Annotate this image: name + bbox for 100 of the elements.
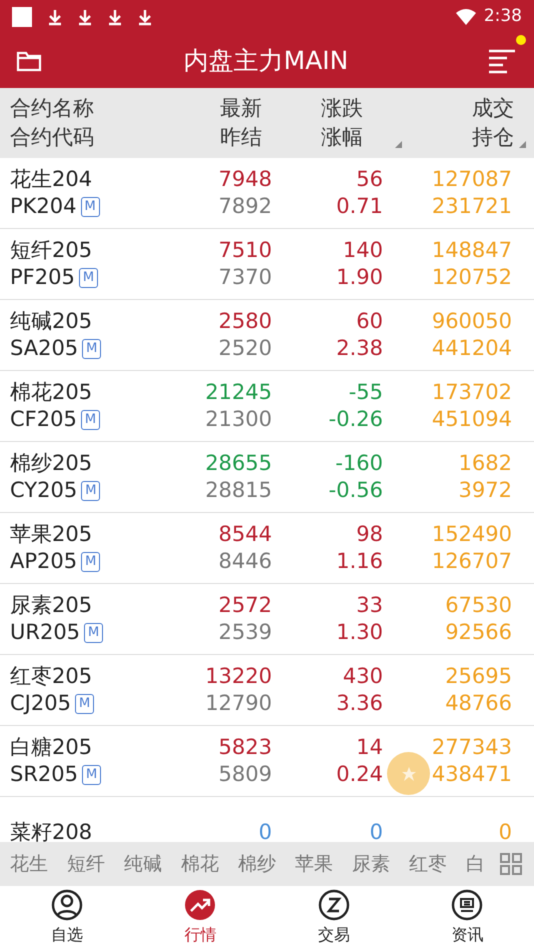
main-contract-badge: M [84,622,104,642]
price-change: 33 [355,592,383,619]
notification-icon [12,7,32,27]
open-interest: 3972 [458,477,512,504]
column-subtitle[interactable]: 涨幅 [282,123,402,152]
change-percent: 1.16 [336,548,383,575]
contract-code: AP205 [10,548,78,575]
quote-row[interactable]: 棉纱205 28655 -160 1682 CY205 M 28815 -0.56 3972 [0,442,534,513]
main-contract-badge: M [82,338,102,358]
contract-name: 纯碱205 [10,308,94,335]
last-price: 2572 [218,592,272,619]
contract-name: 苹果205 [10,521,94,548]
quote-row[interactable]: 白糖205 5823 14 277343 SR205 M 5809 0.24 438471 [0,726,534,797]
quick-item[interactable]: 棉纱 [238,850,276,878]
column-title[interactable]: 涨跌 [282,94,402,123]
price-change: 56 [355,166,383,193]
price-change: -55 [348,379,383,406]
open-interest: 441204 [432,335,512,362]
column-title[interactable]: 最新 [200,94,282,123]
contract-code: CF205 [10,406,77,433]
last-price: 21245 [204,379,272,406]
column-subtitle[interactable]: 持仓 [402,123,514,152]
price-change: -160 [334,450,383,477]
grid-icon[interactable] [500,853,522,875]
contract-name: 棉纱205 [10,450,94,477]
quick-item[interactable]: 花生 [10,850,48,878]
contract-code: SA205 [10,335,78,362]
change-percent: -0.56 [328,477,383,504]
quick-item[interactable]: 白 [466,850,485,878]
price-change: 0 [368,818,383,842]
volume: 173702 [430,379,512,406]
contract-code: PK204 [10,193,77,220]
volume: 25695 [444,663,512,690]
main-contract-badge: M [82,764,102,784]
previous-settle: 5809 [218,761,272,788]
quick-item[interactable]: 尿素 [352,850,390,878]
previous-settle: 8446 [218,548,272,575]
column-subtitle[interactable]: 合约代码 [10,123,200,152]
last-price: 28655 [204,450,272,477]
menu-icon[interactable] [488,47,518,75]
nav-tab[interactable]: 交易 [267,886,400,949]
column-subtitle[interactable]: 昨结 [200,123,282,152]
price-change: 140 [342,237,383,264]
previous-settle: 7370 [218,264,272,291]
open-interest: 126707 [432,548,512,575]
quick-item[interactable]: 红枣 [409,850,447,878]
main-contract-badge: M [80,196,100,216]
volume: 127087 [430,166,512,193]
price-change: 98 [355,521,383,548]
quote-row[interactable]: 短纤205 7510 140 148847 PF205 M 7370 1.90 120752 [0,229,534,300]
quote-row[interactable]: 花生204 7948 56 127087 PK204 M 7892 0.71 231721 [0,158,534,229]
previous-settle: 2539 [218,619,272,646]
last-price: 13220 [204,663,272,690]
wifi-icon [456,9,476,25]
open-interest: 92566 [445,619,512,646]
quick-item[interactable]: 纯碱 [124,850,162,878]
quote-row[interactable]: 纯碱205 2580 60 960050 SA205 M 2520 2.38 441204 [0,300,534,371]
contract-name: 白糖205 [10,734,94,761]
contract-name: 菜籽208 [10,818,94,842]
main-contract-badge: M [81,480,100,500]
download-icon [108,8,122,26]
trend-up-icon [184,888,216,920]
contract-name: 尿素205 [10,592,94,619]
main-contract-badge: M [74,694,94,714]
quick-item[interactable]: 苹果 [295,850,333,878]
download-icon [78,8,92,26]
open-interest: 120752 [432,264,512,291]
last-price: 7510 [218,237,272,264]
nav-tab[interactable]: 资讯 [400,886,534,949]
contract-code: UR205 [10,619,80,646]
quick-item[interactable]: 棉花 [181,850,219,878]
change-percent: 1.90 [336,264,383,291]
change-percent: 0.71 [336,193,383,220]
exchange-icon [318,888,350,920]
nav-tab[interactable]: 自选 [0,886,134,949]
contract-name: 棉花205 [10,379,94,406]
previous-settle: 21300 [204,406,272,433]
contract-name: 红枣205 [10,663,94,690]
previous-settle: 2520 [218,335,272,362]
download-icon [138,8,152,26]
open-interest: 451094 [432,406,512,433]
nav-tab[interactable]: 行情 [134,886,267,949]
quick-item[interactable]: 短纤 [67,850,105,878]
last-price: 7948 [218,166,272,193]
quote-row[interactable]: 棉花205 21245 -55 173702 CF205 M 21300 -0.26 451094 [0,371,534,442]
open-interest: 231721 [432,193,512,220]
quote-row[interactable]: 苹果205 8544 98 152490 AP205 M 8446 1.16 126707 [0,513,534,584]
volume: 277343 [430,734,512,761]
open-interest: 48766 [445,690,512,717]
previous-settle: 12790 [204,690,272,717]
quote-row[interactable]: 尿素205 2572 33 67530 UR205 M 2539 1.30 92566 [0,584,534,655]
folder-icon[interactable] [16,49,44,73]
main-contract-badge: M [78,268,98,288]
column-title[interactable]: 成交 [402,94,514,123]
change-percent: 0.24 [336,761,383,788]
volume: 152490 [430,521,512,548]
quote-row[interactable]: 红枣205 13220 430 25695 CJ205 M 12790 3.36 48766 [0,655,534,726]
last-price: 5823 [218,734,272,761]
column-title[interactable]: 合约名称 [10,94,200,123]
change-percent: -0.26 [328,406,383,433]
